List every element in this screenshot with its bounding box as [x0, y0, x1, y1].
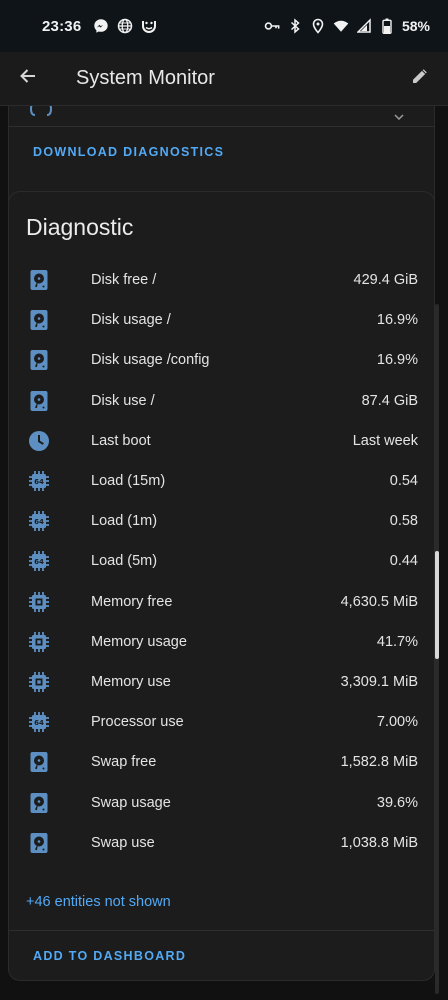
status-right-icons: 58%: [264, 18, 430, 34]
divider: [9, 930, 434, 931]
svg-text:64: 64: [34, 478, 44, 486]
entities-not-shown-link[interactable]: +46 entities not shown: [26, 894, 171, 910]
memory-icon: [27, 590, 51, 614]
entity-state: 16.9%: [376, 312, 418, 329]
harddisk-icon: [27, 791, 51, 815]
entity-state: 4,630.5 MiB: [340, 593, 418, 610]
entity-state: 39.6%: [376, 794, 418, 811]
entity-state: 7.00%: [376, 714, 418, 731]
status-time: 23:36: [42, 17, 82, 35]
diagnostic-row[interactable]: Swap use 1,038.8 MiB: [9, 823, 434, 863]
brackets-icon: [27, 106, 55, 117]
diagnostic-row[interactable]: Swap usage 39.6%: [9, 782, 434, 822]
harddisk-icon: [27, 831, 51, 855]
entity-name: Load (1m): [91, 513, 158, 530]
cpu-64-icon: 64: [27, 549, 51, 573]
entity-name: Memory usage: [91, 633, 187, 650]
entity-name: Last boot: [91, 432, 151, 449]
card-title: Diagnostic: [26, 214, 134, 240]
entity-name: Disk use /: [91, 392, 155, 409]
smile-icon: [141, 18, 157, 34]
page-title: System Monitor: [76, 67, 215, 89]
entity-name: Disk usage /: [91, 312, 171, 329]
harddisk-icon: [27, 308, 51, 332]
svg-text:64: 64: [34, 558, 44, 566]
arrow-left-icon: [18, 66, 38, 91]
entity-name: Disk free /: [91, 272, 157, 289]
entity-state: Last week: [352, 432, 418, 449]
vpn-key-icon: [264, 18, 280, 34]
entity-state: 3,309.1 MiB: [340, 673, 418, 690]
diagnostic-row[interactable]: 64 Load (5m) 0.44: [9, 541, 434, 581]
diagnostic-row[interactable]: Memory use 3,309.1 MiB: [9, 662, 434, 702]
entity-state: 429.4 GiB: [353, 272, 419, 289]
entity-name: Disk usage /config: [91, 352, 210, 369]
app-bar: System Monitor: [0, 52, 448, 106]
memory-icon: [27, 630, 51, 654]
diagnostic-row[interactable]: Memory usage 41.7%: [9, 622, 434, 662]
scrollbar-thumb[interactable]: [435, 551, 439, 659]
entity-state: 1,582.8 MiB: [340, 754, 418, 771]
entity-name: Load (5m): [91, 553, 158, 570]
cpu-64-icon: 64: [27, 469, 51, 493]
diagnostic-row[interactable]: 64 Processor use 7.00%: [9, 702, 434, 742]
svg-text:64: 64: [34, 719, 44, 727]
harddisk-icon: [27, 268, 51, 292]
status-left-icons: [93, 18, 157, 34]
diagnostic-row[interactable]: 64 Load (1m) 0.58: [9, 501, 434, 541]
entity-name: Swap use: [91, 834, 155, 851]
diagnostic-list: Disk free /429.4 GiB Disk usage /16.9% Dis…: [9, 260, 434, 863]
entity-state: 41.7%: [376, 633, 418, 650]
entity-name: Memory free: [91, 593, 173, 610]
back-button[interactable]: [0, 52, 56, 106]
globe-icon: [117, 18, 133, 34]
download-diagnostics-button[interactable]: DOWNLOAD DIAGNOSTICS: [33, 145, 224, 159]
entity-state: 0.58: [389, 513, 418, 530]
entity-name: Processor use: [91, 714, 184, 731]
diagnostic-row[interactable]: Disk usage /config 16.9%: [9, 340, 434, 380]
entity-name: Load (15m): [91, 473, 166, 490]
entity-state: 87.4 GiB: [361, 392, 418, 409]
clock-icon: [27, 429, 51, 453]
harddisk-icon: [27, 750, 51, 774]
diagnostic-row[interactable]: Swap free 1,582.8 MiB: [9, 742, 434, 782]
diagnostic-card: Diagnostic Disk free / 429.4 GiB Disk usag…: [8, 191, 435, 981]
status-bar: 23:36 58%: [0, 0, 448, 52]
harddisk-icon: [27, 348, 51, 372]
diagnostic-row[interactable]: Last boot Last week: [9, 421, 434, 461]
wifi-icon: [333, 18, 349, 34]
diagnostic-row[interactable]: Disk usage / 16.9%: [9, 300, 434, 340]
bluetooth-icon: [287, 18, 303, 34]
signal-icon: [356, 18, 372, 34]
battery-percent: 58%: [401, 18, 430, 34]
edit-button[interactable]: [392, 52, 448, 106]
diagnostic-row[interactable]: Memory free 4,630.5 MiB: [9, 582, 434, 622]
harddisk-icon: [27, 389, 51, 413]
svg-text:64: 64: [34, 518, 44, 526]
messenger-icon: [93, 18, 109, 34]
cpu-64-icon: 64: [27, 710, 51, 734]
diagnostic-row[interactable]: 64 Load (15m) 0.54: [9, 461, 434, 501]
entity-state: 16.9%: [376, 352, 418, 369]
diagnostic-row[interactable]: Disk free / 429.4 GiB: [9, 260, 434, 300]
diagnostic-row[interactable]: Disk use / 87.4 GiB: [9, 381, 434, 421]
entity-name: Swap usage: [91, 794, 171, 811]
cpu-64-icon: 64: [27, 509, 51, 533]
device-page-content[interactable]: DOWNLOAD DIAGNOSTICS Diagnostic Disk fre…: [0, 106, 448, 1000]
entity-name: Memory use: [91, 673, 171, 690]
entity-name: Swap free: [91, 754, 157, 771]
entity-state: 0.44: [389, 553, 418, 570]
chevron-down-icon: [394, 107, 404, 121]
add-to-dashboard-button[interactable]: ADD TO DASHBOARD: [33, 949, 186, 963]
memory-icon: [27, 670, 51, 694]
entity-state: 0.54: [389, 473, 418, 490]
location-icon: [310, 18, 326, 34]
partial-row[interactable]: [9, 106, 434, 127]
pencil-icon: [410, 66, 430, 91]
entity-state: 1,038.8 MiB: [340, 834, 418, 851]
battery-icon: [379, 18, 395, 34]
